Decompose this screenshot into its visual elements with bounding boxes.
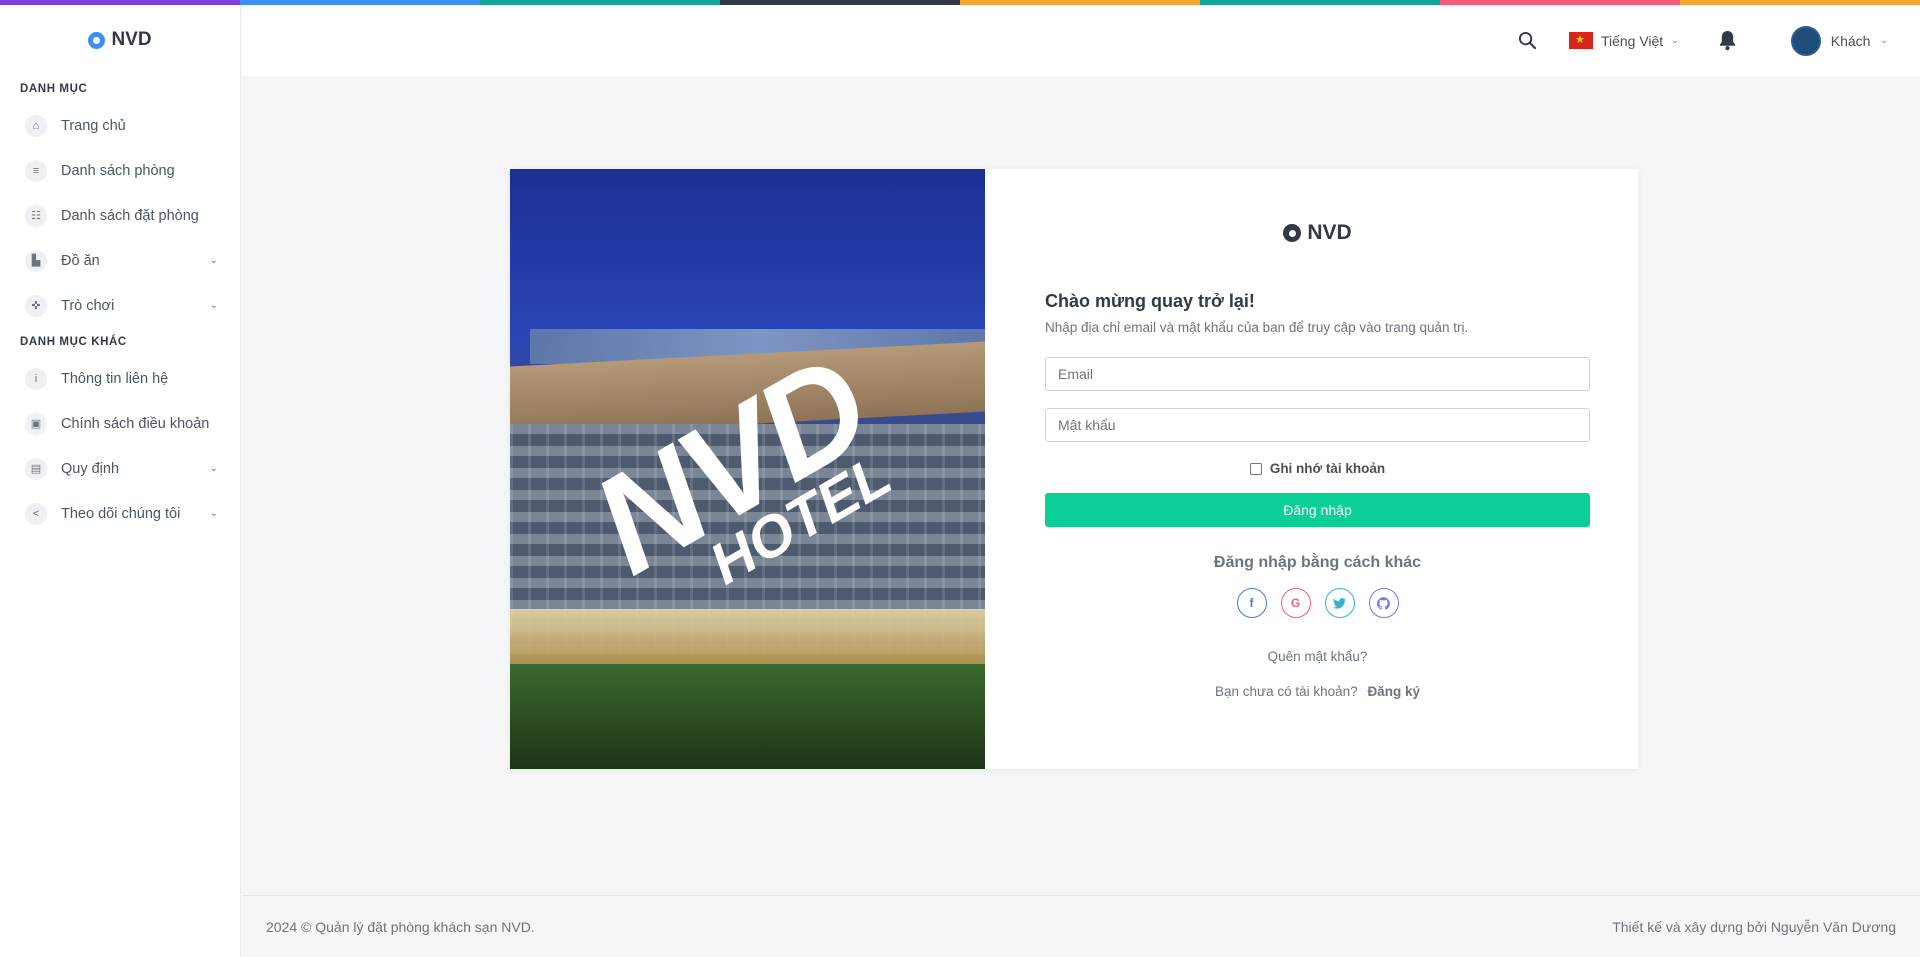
sidebar-item-contact[interactable]: i Thông tin liên hệ: [0, 356, 240, 401]
sidebar-item-label: Trò chơi: [61, 297, 115, 314]
sidebar-item-label: Danh sách phòng: [61, 162, 175, 179]
top-color-stripe: [0, 0, 1920, 5]
remember-checkbox[interactable]: [1249, 462, 1262, 475]
footer-credit: Thiết kế và xây dựng bởi Nguyễn Văn Dươn…: [1612, 918, 1896, 935]
sidebar-item-food[interactable]: ▙ Đồ ăn ⌄: [0, 238, 240, 283]
bell-icon[interactable]: [1717, 30, 1739, 52]
chevron-down-icon: ⌄: [1880, 35, 1888, 45]
language-selector[interactable]: Tiếng Việt ⌄: [1568, 32, 1679, 49]
alt-login-title: Đăng nhập bằng cách khác: [1213, 554, 1422, 571]
facebook-icon[interactable]: f: [1236, 588, 1267, 618]
sidebar-item-games[interactable]: ✜ Trò chơi ⌄: [0, 283, 240, 328]
home-icon: ⌂: [25, 114, 47, 137]
signup-link[interactable]: Đăng ký: [1367, 684, 1420, 699]
list-icon: ≡: [25, 159, 47, 182]
signup-row: Bạn chưa có tài khoản? Đăng ký: [1045, 684, 1590, 699]
twitter-icon[interactable]: [1324, 588, 1355, 618]
chevron-down-icon: ⌄: [1671, 35, 1679, 45]
search-icon[interactable]: [1517, 30, 1539, 52]
email-field[interactable]: [1045, 357, 1590, 391]
topbar: Tiếng Việt ⌄ Khách ⌄: [242, 5, 1920, 76]
sidebar-logo[interactable]: NVD: [0, 5, 240, 75]
sidebar-item-label: Danh sách đặt phòng: [61, 207, 199, 224]
footer-copyright: 2024 © Quản lý đặt phòng khách sạn NVD.: [266, 918, 535, 935]
social-login-buttons: f G: [1045, 588, 1590, 618]
welcome-subtitle: Nhập địa chỉ email và mật khẩu của bạn đ…: [1045, 320, 1469, 335]
sidebar-item-policy[interactable]: ▣ Chính sách điều khoản: [0, 401, 240, 446]
no-account-text: Bạn chưa có tài khoản?: [1215, 684, 1358, 699]
footer: 2024 © Quản lý đặt phòng khách sạn NVD. …: [242, 895, 1920, 957]
sidebar-item-label: Thông tin liên hệ: [61, 370, 169, 387]
remember-me[interactable]: Ghi nhớ tài khoản: [1045, 461, 1590, 476]
login-button[interactable]: Đăng nhập: [1045, 493, 1590, 527]
sidebar-item-label: Theo dõi chúng tôi: [61, 505, 181, 522]
user-menu[interactable]: Khách ⌄: [1790, 25, 1888, 56]
info-icon: i: [25, 367, 47, 390]
welcome-title: Chào mừng quay trở lại!: [1045, 291, 1255, 311]
brand-name: NVD: [1307, 221, 1352, 244]
avatar: [1790, 25, 1821, 56]
sidebar-item-label: Chính sách điều khoản: [61, 415, 210, 432]
chevron-down-icon: ⌄: [209, 508, 218, 519]
sidebar-item-home[interactable]: ⌂ Trang chủ: [0, 103, 240, 148]
password-field[interactable]: [1045, 408, 1590, 442]
brand-name: NVD: [111, 29, 152, 50]
game-icon: ✜: [25, 294, 47, 317]
google-icon[interactable]: G: [1280, 588, 1311, 618]
github-icon[interactable]: [1368, 588, 1399, 618]
sidebar: NVD DANH MỤC ⌂ Trang chủ ≡ Danh sách phò…: [0, 0, 241, 957]
login-form: NVD Chào mừng quay trở lại! Nhập địa chỉ…: [985, 169, 1638, 769]
sidebar-item-rooms[interactable]: ≡ Danh sách phòng: [0, 148, 240, 193]
language-label: Tiếng Việt: [1600, 32, 1664, 49]
form-logo: NVD: [1045, 221, 1590, 245]
food-icon: ▙: [25, 249, 47, 272]
chevron-down-icon: ⌄: [209, 463, 218, 474]
policy-icon: ▣: [25, 412, 47, 435]
sidebar-item-rules[interactable]: ▤ Quy định ⌄: [0, 446, 240, 491]
menu-section-title: DANH MỤC: [20, 83, 88, 95]
sidebar-item-bookings[interactable]: ☷ Danh sách đặt phòng: [0, 193, 240, 238]
sidebar-item-label: Đồ ăn: [61, 252, 100, 269]
forgot-password-link[interactable]: Quên mật khẩu?: [1045, 649, 1590, 664]
vietnam-flag-icon: [1568, 32, 1593, 49]
chevron-down-icon: ⌄: [209, 255, 218, 266]
rules-icon: ▤: [25, 457, 47, 480]
share-icon: <: [25, 502, 47, 525]
sidebar-item-follow[interactable]: < Theo dõi chúng tôi ⌄: [0, 491, 240, 536]
user-name: Khách: [1830, 32, 1871, 49]
logo-icon: [88, 31, 106, 49]
sidebar-item-label: Trang chủ: [61, 117, 126, 134]
menu-section-title: DANH MỤC KHÁC: [20, 336, 127, 348]
remember-label: Ghi nhớ tài khoản: [1269, 461, 1386, 476]
logo-icon: [1283, 224, 1302, 242]
sidebar-item-label: Quy định: [61, 460, 120, 477]
hotel-image: NVD HOTEL: [510, 169, 985, 769]
chevron-down-icon: ⌄: [209, 300, 218, 311]
booking-icon: ☷: [25, 204, 47, 227]
login-card: NVD HOTEL NVD Chào mừng quay trở lại! Nh…: [510, 169, 1638, 769]
